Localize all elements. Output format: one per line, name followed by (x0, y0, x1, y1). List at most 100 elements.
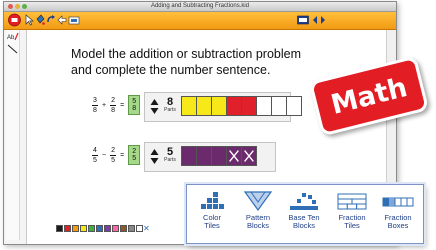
arrow-pointer-icon (25, 14, 34, 26)
color-swatch[interactable] (104, 225, 111, 232)
parts-count-2: 5 Parts (162, 147, 178, 163)
answer-box-1[interactable]: 58 (128, 95, 141, 115)
math-badge-shape: Math (308, 55, 430, 137)
fraction-cell[interactable] (226, 96, 242, 116)
fraction-bar-1[interactable] (181, 96, 302, 116)
parts-stepper-1[interactable] (150, 98, 159, 115)
fraction-b: 25 (110, 146, 117, 164)
fraction-cell[interactable] (271, 96, 287, 116)
number-sentence-2: 45 − 25 = 25 (92, 145, 141, 165)
fraction-tiles-icon (337, 193, 367, 210)
instruction-text: Model the addition or subtraction proble… (71, 46, 301, 78)
tool-column: Ab (6, 30, 20, 240)
operator: + (102, 101, 107, 109)
denominator: 5 (93, 156, 97, 164)
line-tool-icon[interactable] (6, 43, 19, 55)
tile-label: Fraction Boxes (384, 213, 412, 230)
numerator: 5 (132, 98, 137, 105)
fraction-a: 38 (92, 97, 98, 114)
up-down-arrows-icon[interactable] (150, 98, 159, 115)
toolbar (4, 12, 396, 30)
color-swatch[interactable] (128, 225, 135, 232)
pattern-blocks-icon (243, 191, 273, 212)
fraction-cell[interactable] (286, 96, 302, 116)
color-swatch[interactable] (88, 225, 95, 232)
instruction-line-2: and complete the number sentence. (71, 63, 271, 77)
window-view-icon (297, 15, 309, 25)
color-swatch[interactable] (96, 225, 103, 232)
tile-label: Color Tiles (203, 213, 221, 230)
fraction-cell[interactable] (181, 146, 197, 166)
tile-color-tiles[interactable]: Color Tiles (191, 190, 233, 230)
color-swatch[interactable] (112, 225, 119, 232)
equals-sign: = (120, 101, 125, 109)
parts-stepper-2[interactable] (150, 148, 159, 165)
numerator: 2 (132, 148, 137, 155)
base-ten-blocks-icon (290, 193, 318, 210)
fraction-boxes-icon (382, 197, 414, 207)
fraction-cell[interactable] (211, 96, 227, 116)
flip-arrow-icon (57, 15, 67, 25)
instruction-line-1: Model the addition or subtraction proble… (71, 47, 301, 61)
color-swatch[interactable] (120, 225, 127, 232)
fraction-cell[interactable] (241, 96, 257, 116)
home-icon (7, 13, 21, 27)
view-toggle-button[interactable] (297, 13, 309, 27)
equals-sign: = (120, 151, 125, 159)
denominator: 8 (93, 106, 97, 114)
denominator: 5 (111, 156, 116, 164)
fraction-model-2: 5 Parts (144, 142, 276, 172)
tile-fraction-tiles[interactable]: Fraction Tiles (331, 190, 373, 230)
fraction-b: 28 (110, 96, 117, 114)
fraction-cell[interactable] (256, 96, 272, 116)
pointer-button[interactable] (24, 13, 34, 27)
text-tool-icon[interactable]: Ab (6, 30, 19, 42)
color-swatch[interactable] (56, 225, 63, 232)
denominator: 8 (132, 105, 137, 112)
denominator: 5 (132, 155, 137, 162)
cross-out-icon (229, 150, 239, 162)
rotate-button[interactable] (46, 13, 56, 27)
numerator: 2 (111, 146, 116, 154)
color-swatch[interactable] (72, 225, 79, 232)
denominator: 8 (111, 106, 116, 114)
title-bar: Adding and Subtracting Fractions.kid (4, 2, 396, 12)
up-down-arrows-icon[interactable] (150, 148, 159, 165)
svg-text:Ab: Ab (7, 35, 15, 41)
parts-label: Parts (164, 157, 176, 163)
fraction-cell[interactable] (226, 146, 242, 166)
color-swatch[interactable] (136, 225, 143, 232)
answer-box-2[interactable]: 25 (128, 145, 141, 165)
stamp-button[interactable] (68, 13, 80, 27)
tile-pattern-blocks[interactable]: Pattern Blocks (237, 190, 279, 230)
stamp-icon (68, 16, 80, 25)
page-arrows-icon (313, 16, 325, 24)
color-swatch[interactable] (64, 225, 71, 232)
fraction-cell[interactable] (196, 146, 212, 166)
palette-close-icon[interactable]: ✕ (143, 224, 150, 233)
tile-base-ten-blocks[interactable]: Base Ten Blocks (283, 190, 325, 230)
window-title: Adding and Subtracting Fractions.kid (150, 3, 250, 9)
color-palette (56, 225, 143, 232)
fraction-model-1: 8 Parts (144, 92, 302, 122)
parts-count-1: 8 Parts (162, 97, 178, 113)
page-navigation[interactable] (312, 13, 326, 27)
fraction-cell[interactable] (196, 96, 212, 116)
rotate-icon (47, 15, 55, 23)
color-swatch[interactable] (80, 225, 87, 232)
tile-label: Pattern Blocks (245, 213, 271, 230)
fraction-a: 45 (92, 147, 98, 164)
numerator: 2 (111, 96, 116, 104)
paint-button[interactable] (35, 13, 45, 27)
flip-button[interactable] (57, 13, 67, 27)
cross-out-icon (244, 150, 254, 162)
home-button[interactable] (6, 13, 22, 27)
tile-fraction-boxes[interactable]: Fraction Boxes (377, 190, 419, 230)
math-badge: Math (308, 55, 430, 137)
fraction-cell[interactable] (241, 146, 257, 166)
numerator: 4 (93, 146, 97, 154)
fraction-cell[interactable] (181, 96, 197, 116)
numerator: 3 (93, 96, 97, 104)
fraction-cell[interactable] (211, 146, 227, 166)
fraction-bar-2[interactable] (181, 146, 257, 166)
